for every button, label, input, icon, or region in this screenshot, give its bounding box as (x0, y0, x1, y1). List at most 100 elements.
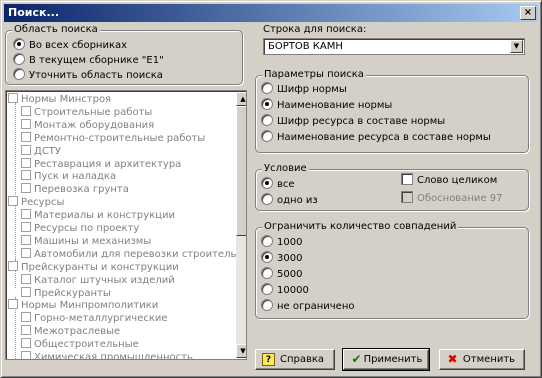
scroll-down-button[interactable]: ▼ (236, 344, 246, 358)
tree-scrollbar[interactable]: ▲ ▼ (236, 92, 246, 358)
scroll-thumb[interactable] (236, 106, 246, 236)
param-resource-name-radio[interactable]: Наименование ресурса в составе нормы (261, 130, 491, 144)
tree-item-label: Химическая промышленность (34, 352, 193, 360)
search-area-title: Область поиска (12, 24, 100, 36)
tree-group-item[interactable]: Прейскуранты и конструкции (8, 260, 179, 274)
radio-icon (13, 53, 25, 65)
radio-icon (13, 68, 25, 80)
checkbox-icon (21, 273, 31, 284)
radio-label: В текущем сборнике "Е1" (29, 55, 164, 66)
radio-label: 1000 (277, 237, 303, 248)
tree-child-item[interactable]: Пуск и наладка (21, 170, 116, 183)
tree-group-item[interactable]: Нормы Минстроя (8, 93, 111, 106)
search-dialog: Поиск... × Область поиска Во всех сборни… (0, 0, 542, 378)
checkbox-label: Обоснование 97 (417, 193, 503, 204)
tree-item-label: Перевозка грунта (34, 184, 129, 196)
checkbox-icon (21, 247, 31, 258)
tree-connector (15, 103, 16, 197)
tree-child-item[interactable]: Машины и механизмы (21, 234, 151, 248)
radio-icon (261, 251, 273, 263)
tree-child-item[interactable]: Ремонтно-строительные работы (21, 131, 205, 145)
close-icon: × (523, 7, 533, 18)
window-title: Поиск... (8, 6, 59, 19)
param-name-radio[interactable]: Наименование нормы (261, 98, 392, 112)
checkbox-icon (21, 338, 31, 349)
limit-unlimited-radio[interactable]: не ограничено (261, 299, 354, 313)
tree-child-item[interactable]: Автомобили для перевозки строительных гр… (21, 247, 246, 261)
tree-child-item[interactable]: Горно-металлургические (21, 312, 168, 325)
tree-child-item[interactable]: Общестроительные (21, 338, 139, 351)
radio-label: все (277, 179, 295, 190)
limit-5000-radio[interactable]: 5000 (261, 267, 302, 281)
tree-child-item[interactable]: Каталог штучных изделий (21, 273, 175, 287)
param-resource-code-radio[interactable]: Шифр ресурса в составе нормы (261, 114, 445, 128)
condition-all-radio[interactable]: все (261, 177, 295, 191)
tree-child-item[interactable]: Ресурсы по проекту (21, 222, 139, 235)
checkbox-icon (21, 118, 31, 129)
checkbox-icon (8, 196, 18, 207)
param-code-radio[interactable]: Шифр нормы (261, 82, 347, 96)
tree-child-item[interactable]: Монтаж оборудования (21, 118, 155, 132)
tree-item-label: Монтаж оборудования (34, 119, 155, 131)
whole-word-checkbox[interactable]: Слово целиком (401, 173, 497, 187)
tree-group-item[interactable]: Ресурсы (8, 196, 64, 209)
tree-group-item[interactable]: Нормы Минпромполитики (8, 299, 158, 312)
radio-icon (261, 235, 273, 247)
title-bar: Поиск... × (4, 4, 538, 22)
radio-icon (261, 98, 273, 110)
search-string-combo[interactable]: БОРТОВ КАМН ▼ (263, 38, 525, 55)
tree-item-label: Общестроительные (34, 339, 139, 351)
radio-label: Наименование ресурса в составе нормы (277, 132, 491, 143)
checkbox-icon (401, 173, 413, 185)
scroll-up-button[interactable]: ▲ (236, 92, 246, 106)
radio-label: одно из (277, 195, 318, 206)
condition-title: Условие (262, 163, 309, 175)
collection-tree[interactable]: Нормы Минстроя Строительные работы Монтаж … (5, 90, 247, 360)
limit-1000-radio[interactable]: 1000 (261, 235, 302, 249)
justification-checkbox[interactable]: Обоснование 97 (401, 191, 502, 205)
checkbox-icon (8, 299, 18, 310)
limit-title: Ограничить количество совпадений (262, 221, 459, 233)
limit-3000-radio[interactable]: 3000 (261, 251, 302, 265)
tree-item-label: Нормы Минстроя (21, 94, 112, 105)
search-string-value: БОРТОВ КАМН (268, 41, 343, 52)
radio-icon (13, 38, 25, 50)
tree-child-item[interactable]: ДСТУ (21, 144, 61, 158)
tree-item-label: Ресурсы по проекту (34, 223, 140, 234)
radio-icon (261, 267, 273, 279)
radio-label: Наименование нормы (277, 100, 393, 111)
tree-child-item[interactable]: Строительные работы (21, 105, 152, 119)
limit-10000-radio[interactable]: 10000 (261, 283, 309, 297)
checkbox-label: Слово целиком (417, 175, 498, 186)
chevron-down-icon[interactable]: ▼ (510, 40, 523, 53)
tree-child-item[interactable]: Межотраслевые (21, 325, 120, 338)
checkbox-icon (21, 157, 31, 168)
radio-label: Уточнить область поиска (29, 70, 163, 81)
tree-child-item[interactable]: Реставрация и архитектура (21, 157, 181, 171)
tree-child-item[interactable]: Химическая промышленность (21, 351, 193, 360)
search-area-all-radio[interactable]: Во всех сборниках (13, 38, 127, 52)
search-area-current-radio[interactable]: В текущем сборнике "Е1" (13, 53, 164, 67)
tree-item-label: ДСТУ (34, 145, 61, 157)
tree-item-label: Прейскуранты и конструкции (21, 261, 179, 273)
cancel-button[interactable]: ✖ Отменить (439, 349, 525, 370)
radio-label: Шифр нормы (277, 84, 347, 95)
tree-item-label: Автомобили для перевозки строительных гр… (34, 248, 246, 260)
apply-button[interactable]: ✔ Применить (342, 348, 430, 371)
tree-child-item[interactable]: Материалы и конструкции (21, 209, 175, 222)
radio-icon (261, 193, 273, 205)
checkbox-icon (401, 191, 413, 203)
tree-child-item[interactable]: Перевозка грунта (21, 183, 129, 196)
radio-label: 10000 (277, 285, 309, 296)
search-area-refine-radio[interactable]: Уточнить область поиска (13, 68, 163, 82)
radio-icon (261, 130, 273, 142)
close-button[interactable]: × (520, 6, 536, 20)
checkbox-icon (21, 209, 31, 220)
help-button[interactable]: ? Справка (255, 349, 335, 370)
tree-child-item[interactable]: Прейскуранты (21, 286, 111, 300)
tree-item-label: Материалы и конструкции (34, 210, 175, 222)
condition-any-radio[interactable]: одно из (261, 193, 318, 207)
radio-icon (261, 283, 273, 295)
radio-icon (261, 114, 273, 126)
radio-label: 3000 (277, 253, 303, 264)
